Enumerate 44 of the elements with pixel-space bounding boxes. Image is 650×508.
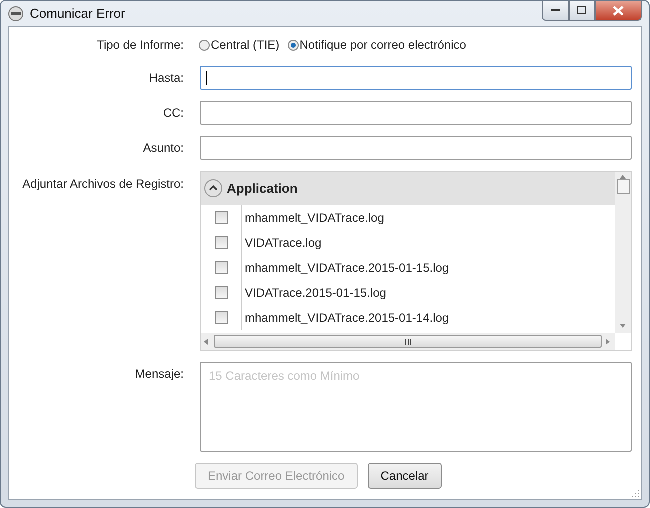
field-label: Asunto: [142, 140, 184, 157]
scroll-thumb[interactable] [616, 179, 630, 194]
checkbox[interactable] [214, 211, 228, 224]
input-field[interactable] [200, 66, 632, 90]
checkbox[interactable] [214, 311, 228, 324]
field-label: Hasta: [148, 70, 184, 87]
window-title: Comunicar Error [30, 6, 126, 21]
checkbox[interactable] [214, 286, 228, 299]
minimize-button[interactable] [542, 1, 569, 21]
close-icon [613, 6, 624, 16]
horizontal-scrollbar[interactable] [201, 333, 615, 350]
file-name: mhammelt_VIDATrace.log [244, 210, 384, 224]
maximize-button[interactable] [569, 1, 595, 21]
field-label: CC: [162, 105, 184, 122]
input-field[interactable] [200, 101, 632, 125]
scroll-right-icon[interactable] [606, 338, 612, 344]
scroll-thumb[interactable] [214, 335, 602, 348]
group-header[interactable]: Application [201, 172, 615, 205]
checkbox[interactable] [214, 236, 228, 249]
close-button[interactable] [595, 1, 642, 21]
cancel-button[interactable]: Cancelar [368, 463, 442, 489]
input-field[interactable] [200, 136, 632, 160]
group-title: Application [227, 181, 298, 196]
resize-grip-icon[interactable] [630, 488, 640, 498]
file-name: mhammelt_VIDATrace.2015-01-15.log [244, 260, 450, 274]
collapse-icon[interactable] [204, 179, 223, 198]
field-label: Tipo de Informe: [96, 37, 184, 54]
vertical-scrollbar[interactable] [615, 172, 631, 333]
message-field[interactable]: 15 Caracteres como Mínimo [200, 362, 632, 452]
minimize-icon [551, 9, 560, 12]
radio-option[interactable]: Notifique por correo electrónico [288, 38, 466, 52]
file-name: VIDATrace.log [244, 236, 322, 250]
checkbox[interactable] [214, 261, 228, 274]
file-name: VIDATrace.2015-01-15.log [244, 286, 386, 300]
scroll-left-icon[interactable] [204, 338, 210, 344]
field-label: Mensaje: [134, 366, 184, 383]
scroll-up-icon[interactable] [620, 175, 626, 181]
file-name: mhammelt_VIDATrace.2015-01-14.log [244, 310, 450, 324]
grip-icon [404, 338, 412, 344]
field-label: Adjuntar Archivos de Registro: [22, 176, 184, 193]
logo-icon [8, 6, 24, 22]
maximize-icon [577, 6, 587, 15]
radio-option[interactable]: Central (TIE) [199, 38, 280, 52]
scroll-down-icon[interactable] [620, 324, 626, 330]
